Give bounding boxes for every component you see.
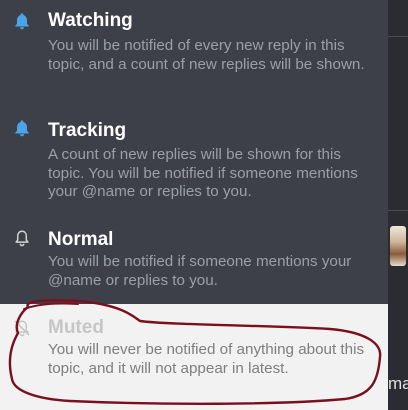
avatar [390, 226, 406, 266]
bell-outline-icon [12, 228, 32, 248]
menu-item-tracking[interactable]: Tracking A count of new replies will be … [0, 106, 388, 214]
menu-item-title: Muted [48, 317, 104, 338]
divider [388, 210, 408, 211]
divider [388, 36, 408, 37]
menu-item-description: You will be notified of every new reply … [48, 37, 365, 73]
menu-item-description: A count of new replies will be shown for… [48, 146, 358, 200]
menu-item-normal[interactable]: Normal You will be notified if someone m… [0, 216, 388, 304]
bell-icon [12, 11, 32, 31]
menu-item-muted[interactable]: Muted You will never be notified of anyt… [0, 304, 388, 410]
menu-item-description: You will never be notified of anything a… [48, 341, 365, 377]
bell-icon [12, 118, 32, 138]
menu-item-title: Tracking [48, 120, 127, 141]
menu-item-watching[interactable]: Watching You will be notified of every n… [0, 0, 388, 104]
menu-item-title: Watching [48, 10, 133, 31]
notification-level-menu: Watching You will be notified of every n… [0, 0, 388, 410]
page-backdrop: ma [388, 0, 408, 410]
menu-item-title: Normal [48, 229, 114, 250]
menu-item-description: You will be notified if someone mentions… [48, 253, 352, 289]
bell-slash-icon [12, 318, 32, 338]
partial-page-text: ma [388, 374, 408, 393]
